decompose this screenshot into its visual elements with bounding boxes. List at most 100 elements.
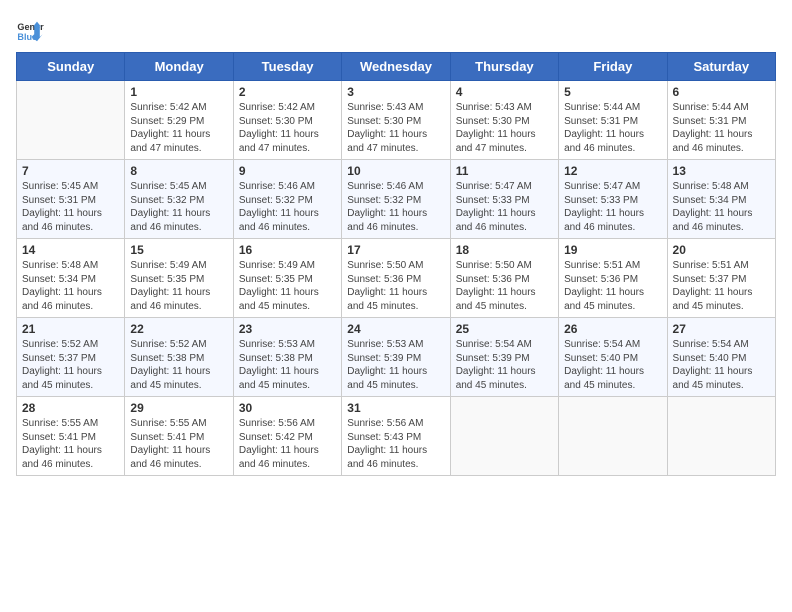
cell-content: Sunrise: 5:43 AM Sunset: 5:30 PM Dayligh… — [347, 101, 444, 155]
calendar-cell: 9 Sunrise: 5:46 AM Sunset: 5:32 PM Daylig… — [233, 160, 341, 239]
calendar-cell — [17, 81, 125, 160]
cell-content: Sunrise: 5:46 AM Sunset: 5:32 PM Dayligh… — [239, 180, 336, 234]
svg-text:General: General — [17, 22, 44, 32]
cell-content: Sunrise: 5:44 AM Sunset: 5:31 PM Dayligh… — [673, 101, 770, 155]
day-number: 28 — [22, 401, 119, 415]
calendar-cell: 1Sunrise: 5:42 AM Sunset: 5:29 PM Daylig… — [125, 81, 233, 160]
day-number: 30 — [239, 401, 336, 415]
day-number: 10 — [347, 164, 444, 178]
calendar-cell: 6 Sunrise: 5:44 AM Sunset: 5:31 PM Daylig… — [667, 81, 775, 160]
calendar-cell: 30 Sunrise: 5:56 AM Sunset: 5:42 PM Dayli… — [233, 397, 341, 476]
calendar-cell: 13 Sunrise: 5:48 AM Sunset: 5:34 PM Dayli… — [667, 160, 775, 239]
cell-content: Sunrise: 5:51 AM Sunset: 5:36 PM Dayligh… — [564, 259, 661, 313]
calendar-cell: 12 Sunrise: 5:47 AM Sunset: 5:33 PM Dayli… — [559, 160, 667, 239]
calendar-cell: 27 Sunrise: 5:54 AM Sunset: 5:40 PM Dayli… — [667, 318, 775, 397]
calendar-cell: 28 Sunrise: 5:55 AM Sunset: 5:41 PM Dayli… — [17, 397, 125, 476]
cell-content: Sunrise: 5:54 AM Sunset: 5:40 PM Dayligh… — [673, 338, 770, 392]
calendar-cell: 18 Sunrise: 5:50 AM Sunset: 5:36 PM Dayli… — [450, 239, 558, 318]
calendar-cell: 8Sunrise: 5:45 AM Sunset: 5:32 PM Daylig… — [125, 160, 233, 239]
calendar-cell: 21 Sunrise: 5:52 AM Sunset: 5:37 PM Dayli… — [17, 318, 125, 397]
cell-content: Sunrise: 5:42 AM Sunset: 5:30 PM Dayligh… — [239, 101, 336, 155]
calendar-cell: 14Sunrise: 5:48 AM Sunset: 5:34 PM Dayli… — [17, 239, 125, 318]
calendar-cell: 29 Sunrise: 5:55 AM Sunset: 5:41 PM Dayli… — [125, 397, 233, 476]
calendar-cell: 7 Sunrise: 5:45 AM Sunset: 5:31 PM Daylig… — [17, 160, 125, 239]
day-number: 12 — [564, 164, 661, 178]
calendar-cell: 16 Sunrise: 5:49 AM Sunset: 5:35 PM Dayli… — [233, 239, 341, 318]
calendar-week-5: 28 Sunrise: 5:55 AM Sunset: 5:41 PM Dayli… — [17, 397, 776, 476]
page-header: General Blue — [16, 16, 776, 44]
cell-content: Sunrise: 5:54 AM Sunset: 5:39 PM Dayligh… — [456, 338, 553, 392]
cell-content: Sunrise: 5:53 AM Sunset: 5:39 PM Dayligh… — [347, 338, 444, 392]
calendar-cell: 31 Sunrise: 5:56 AM Sunset: 5:43 PM Dayli… — [342, 397, 450, 476]
calendar-week-2: 7 Sunrise: 5:45 AM Sunset: 5:31 PM Daylig… — [17, 160, 776, 239]
cell-content: Sunrise: 5:45 AM Sunset: 5:32 PM Dayligh… — [130, 180, 227, 234]
calendar-cell: 24Sunrise: 5:53 AM Sunset: 5:39 PM Dayli… — [342, 318, 450, 397]
cell-content: Sunrise: 5:52 AM Sunset: 5:37 PM Dayligh… — [22, 338, 119, 392]
calendar-cell — [559, 397, 667, 476]
day-number: 4 — [456, 85, 553, 99]
day-number: 5 — [564, 85, 661, 99]
day-number: 26 — [564, 322, 661, 336]
day-number: 16 — [239, 243, 336, 257]
calendar-header-row: SundayMondayTuesdayWednesdayThursdayFrid… — [17, 53, 776, 81]
calendar-cell: 11Sunrise: 5:47 AM Sunset: 5:33 PM Dayli… — [450, 160, 558, 239]
logo: General Blue — [16, 16, 48, 44]
cell-content: Sunrise: 5:55 AM Sunset: 5:41 PM Dayligh… — [22, 417, 119, 471]
day-number: 6 — [673, 85, 770, 99]
day-number: 21 — [22, 322, 119, 336]
day-number: 11 — [456, 164, 553, 178]
day-number: 27 — [673, 322, 770, 336]
calendar-cell: 4 Sunrise: 5:43 AM Sunset: 5:30 PM Daylig… — [450, 81, 558, 160]
cell-content: Sunrise: 5:46 AM Sunset: 5:32 PM Dayligh… — [347, 180, 444, 234]
day-number: 20 — [673, 243, 770, 257]
calendar-cell: 17 Sunrise: 5:50 AM Sunset: 5:36 PM Dayli… — [342, 239, 450, 318]
cell-content: Sunrise: 5:55 AM Sunset: 5:41 PM Dayligh… — [130, 417, 227, 471]
cell-content: Sunrise: 5:50 AM Sunset: 5:36 PM Dayligh… — [456, 259, 553, 313]
day-number: 19 — [564, 243, 661, 257]
calendar-cell: 20 Sunrise: 5:51 AM Sunset: 5:37 PM Dayli… — [667, 239, 775, 318]
day-header-wednesday: Wednesday — [342, 53, 450, 81]
calendar-cell: 3 Sunrise: 5:43 AM Sunset: 5:30 PM Daylig… — [342, 81, 450, 160]
day-number: 17 — [347, 243, 444, 257]
cell-content: Sunrise: 5:56 AM Sunset: 5:42 PM Dayligh… — [239, 417, 336, 471]
cell-content: Sunrise: 5:53 AM Sunset: 5:38 PM Dayligh… — [239, 338, 336, 392]
calendar-cell: 10 Sunrise: 5:46 AM Sunset: 5:32 PM Dayli… — [342, 160, 450, 239]
day-number: 14 — [22, 243, 119, 257]
calendar-cell: 2Sunrise: 5:42 AM Sunset: 5:30 PM Daylig… — [233, 81, 341, 160]
cell-content: Sunrise: 5:49 AM Sunset: 5:35 PM Dayligh… — [130, 259, 227, 313]
calendar-cell — [667, 397, 775, 476]
day-number: 29 — [130, 401, 227, 415]
calendar-week-4: 21 Sunrise: 5:52 AM Sunset: 5:37 PM Dayli… — [17, 318, 776, 397]
day-number: 13 — [673, 164, 770, 178]
calendar-cell: 25Sunrise: 5:54 AM Sunset: 5:39 PM Dayli… — [450, 318, 558, 397]
day-number: 15 — [130, 243, 227, 257]
cell-content: Sunrise: 5:51 AM Sunset: 5:37 PM Dayligh… — [673, 259, 770, 313]
day-number: 9 — [239, 164, 336, 178]
cell-content: Sunrise: 5:47 AM Sunset: 5:33 PM Dayligh… — [564, 180, 661, 234]
calendar-cell: 22Sunrise: 5:52 AM Sunset: 5:38 PM Dayli… — [125, 318, 233, 397]
day-number: 23 — [239, 322, 336, 336]
calendar-week-3: 14Sunrise: 5:48 AM Sunset: 5:34 PM Dayli… — [17, 239, 776, 318]
calendar-cell: 23 Sunrise: 5:53 AM Sunset: 5:38 PM Dayli… — [233, 318, 341, 397]
day-header-friday: Friday — [559, 53, 667, 81]
cell-content: Sunrise: 5:42 AM Sunset: 5:29 PM Dayligh… — [130, 101, 227, 155]
cell-content: Sunrise: 5:50 AM Sunset: 5:36 PM Dayligh… — [347, 259, 444, 313]
day-header-sunday: Sunday — [17, 53, 125, 81]
cell-content: Sunrise: 5:45 AM Sunset: 5:31 PM Dayligh… — [22, 180, 119, 234]
calendar-week-1: 1Sunrise: 5:42 AM Sunset: 5:29 PM Daylig… — [17, 81, 776, 160]
logo-icon: General Blue — [16, 16, 44, 44]
day-number: 22 — [130, 322, 227, 336]
calendar-cell — [450, 397, 558, 476]
day-number: 18 — [456, 243, 553, 257]
cell-content: Sunrise: 5:44 AM Sunset: 5:31 PM Dayligh… — [564, 101, 661, 155]
day-number: 3 — [347, 85, 444, 99]
day-header-saturday: Saturday — [667, 53, 775, 81]
cell-content: Sunrise: 5:48 AM Sunset: 5:34 PM Dayligh… — [673, 180, 770, 234]
day-number: 31 — [347, 401, 444, 415]
day-number: 7 — [22, 164, 119, 178]
cell-content: Sunrise: 5:49 AM Sunset: 5:35 PM Dayligh… — [239, 259, 336, 313]
cell-content: Sunrise: 5:56 AM Sunset: 5:43 PM Dayligh… — [347, 417, 444, 471]
calendar-body: 1Sunrise: 5:42 AM Sunset: 5:29 PM Daylig… — [17, 81, 776, 476]
day-header-thursday: Thursday — [450, 53, 558, 81]
cell-content: Sunrise: 5:43 AM Sunset: 5:30 PM Dayligh… — [456, 101, 553, 155]
